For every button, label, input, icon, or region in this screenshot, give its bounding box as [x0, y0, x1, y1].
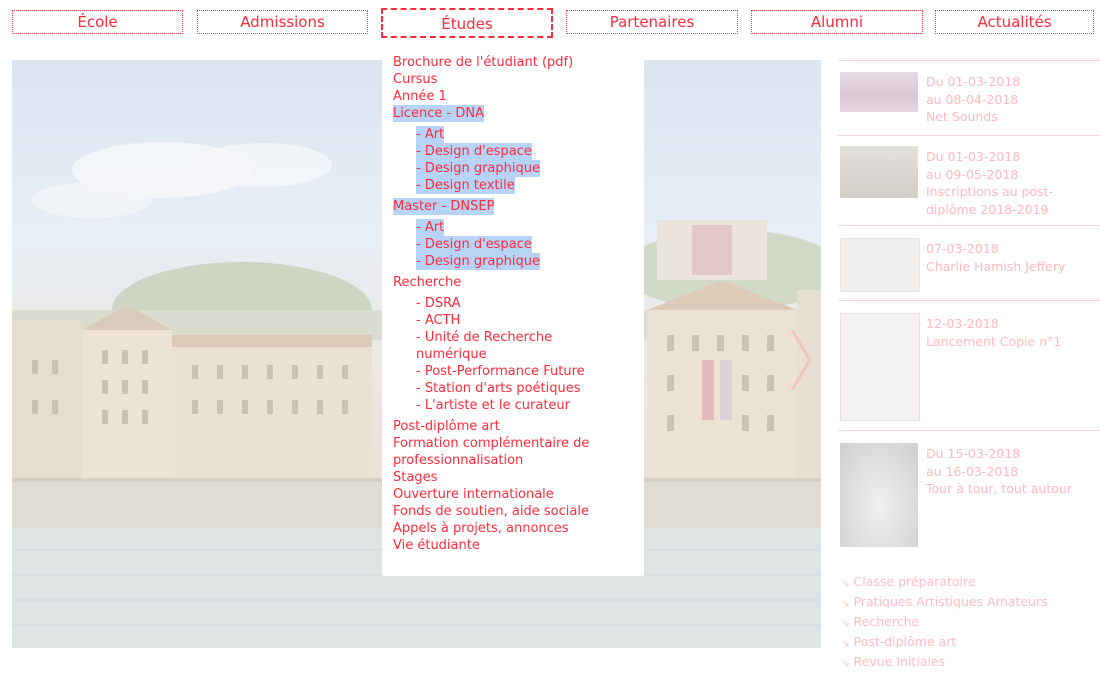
- menu-item-fonds[interactable]: Fonds de soutien, aide sociale: [393, 503, 644, 520]
- news-text: Du 01-03-2018 au 09-05-2018 Inscriptions a…: [926, 149, 1054, 217]
- menu-item-stages[interactable]: Stages: [393, 469, 644, 486]
- quick-link[interactable]: ↘ Pratiques Artistiques Amateurs: [842, 593, 1100, 613]
- menu-item-formation[interactable]: Formation complémentaire de professionna…: [393, 435, 618, 469]
- menu-item-licence-design-espace[interactable]: - Design d'espace: [416, 143, 532, 160]
- news-text: Du 15-03-2018 au 16-03-2018 Tour à tour, t…: [926, 446, 1072, 496]
- news-thumbnail: [840, 72, 918, 112]
- news-item[interactable]: 12-03-2018 Lancement Copie n°1: [838, 300, 1100, 431]
- news-item[interactable]: Du 01-03-2018 au 09-05-2018 Inscriptions a…: [838, 135, 1100, 226]
- arrow-icon: ↘: [842, 639, 850, 649]
- menu-item-dsra[interactable]: - DSRA: [416, 295, 644, 312]
- menu-item-master-design-espace[interactable]: - Design d'espace: [416, 236, 532, 253]
- nav-etudes[interactable]: Études: [381, 8, 553, 38]
- menu-item-master[interactable]: Master - DNSEP: [393, 198, 495, 215]
- arrow-icon: ↘: [842, 659, 850, 669]
- recherche-submenu: - DSRA - ACTH - Unité de Recherche numér…: [393, 295, 644, 414]
- menu-item-unite-recherche[interactable]: - Unité de Recherche numérique: [416, 329, 621, 363]
- news-item[interactable]: 07-03-2018 Charlie Hamish Jeffery: [838, 225, 1100, 301]
- news-item[interactable]: Du 15-03-2018 au 16-03-2018 Tour à tour, t…: [838, 430, 1100, 561]
- licence-submenu: - Art - Design d'espace - Design graphiq…: [393, 126, 644, 194]
- menu-item-ouverture[interactable]: Ouverture internationale: [393, 486, 644, 503]
- menu-item-artiste-curateur[interactable]: - L'artiste et le curateur: [416, 397, 644, 414]
- arrow-icon: ↘: [842, 579, 850, 589]
- master-submenu: - Art - Design d'espace - Design graphiq…: [393, 219, 644, 270]
- nav-ecole[interactable]: École: [12, 10, 183, 34]
- news-thumbnail: [840, 443, 918, 547]
- nav-alumni[interactable]: Alumni: [751, 10, 923, 34]
- quick-link[interactable]: ↘ Recherche: [842, 613, 1100, 633]
- menu-item-brochure[interactable]: Brochure de l'étudiant (pdf): [393, 54, 644, 71]
- menu-item-vie-etudiante[interactable]: Vie étudiante: [393, 537, 644, 554]
- etudes-dropdown-menu: Brochure de l'étudiant (pdf) Cursus Anné…: [382, 48, 644, 576]
- main-nav: École Admissions Études Partenaires Alum…: [12, 8, 1094, 38]
- news-thumbnail: [840, 313, 920, 421]
- arrow-icon: ↘: [842, 599, 850, 609]
- news-text: 07-03-2018 Charlie Hamish Jeffery: [926, 241, 1066, 274]
- quick-link[interactable]: ↘ Revue Initiales: [842, 653, 1100, 673]
- menu-item-station-arts[interactable]: - Station d'arts poétiques: [416, 380, 644, 397]
- news-text: 12-03-2018 Lancement Copie n°1: [926, 316, 1062, 349]
- menu-item-licence-design-textile[interactable]: - Design textile: [416, 177, 515, 194]
- news-thumbnail: [840, 238, 920, 292]
- menu-item-master-design-graphique[interactable]: - Design graphique: [416, 253, 540, 270]
- menu-item-master-art[interactable]: - Art: [416, 219, 445, 236]
- menu-item-post-performance[interactable]: - Post-Performance Future: [416, 363, 644, 380]
- quick-link[interactable]: ↘ Post-diplôme art: [842, 633, 1100, 653]
- nav-partenaires[interactable]: Partenaires: [566, 10, 738, 34]
- nav-actualites[interactable]: Actualités: [935, 10, 1094, 34]
- menu-item-post-diplome[interactable]: Post-diplôme art: [393, 418, 644, 435]
- menu-item-appels[interactable]: Appels à projets, annonces: [393, 520, 644, 537]
- news-text: Du 01-03-2018 au 08-04-2018 Net Sounds: [926, 74, 1021, 124]
- news-thumbnail: [840, 146, 918, 198]
- menu-item-licence-design-graphique[interactable]: - Design graphique: [416, 160, 540, 177]
- news-item[interactable]: Du 01-03-2018 au 08-04-2018 Net Sounds: [838, 60, 1100, 136]
- arrow-icon: ↘: [842, 619, 850, 629]
- menu-item-licence-art[interactable]: - Art: [416, 126, 445, 143]
- menu-item-cursus[interactable]: Cursus: [393, 71, 644, 88]
- quick-links: ↘ Classe préparatoire ↘ Pratiques Artistiq…: [842, 573, 1100, 673]
- menu-item-recherche[interactable]: Recherche: [393, 274, 644, 291]
- quick-link[interactable]: ↘ Classe préparatoire: [842, 573, 1100, 593]
- nav-admissions[interactable]: Admissions: [197, 10, 368, 34]
- menu-item-licence[interactable]: Licence - DNA: [393, 105, 484, 122]
- menu-item-acth[interactable]: - ACTH: [416, 312, 644, 329]
- menu-item-annee1[interactable]: Année 1: [393, 88, 644, 105]
